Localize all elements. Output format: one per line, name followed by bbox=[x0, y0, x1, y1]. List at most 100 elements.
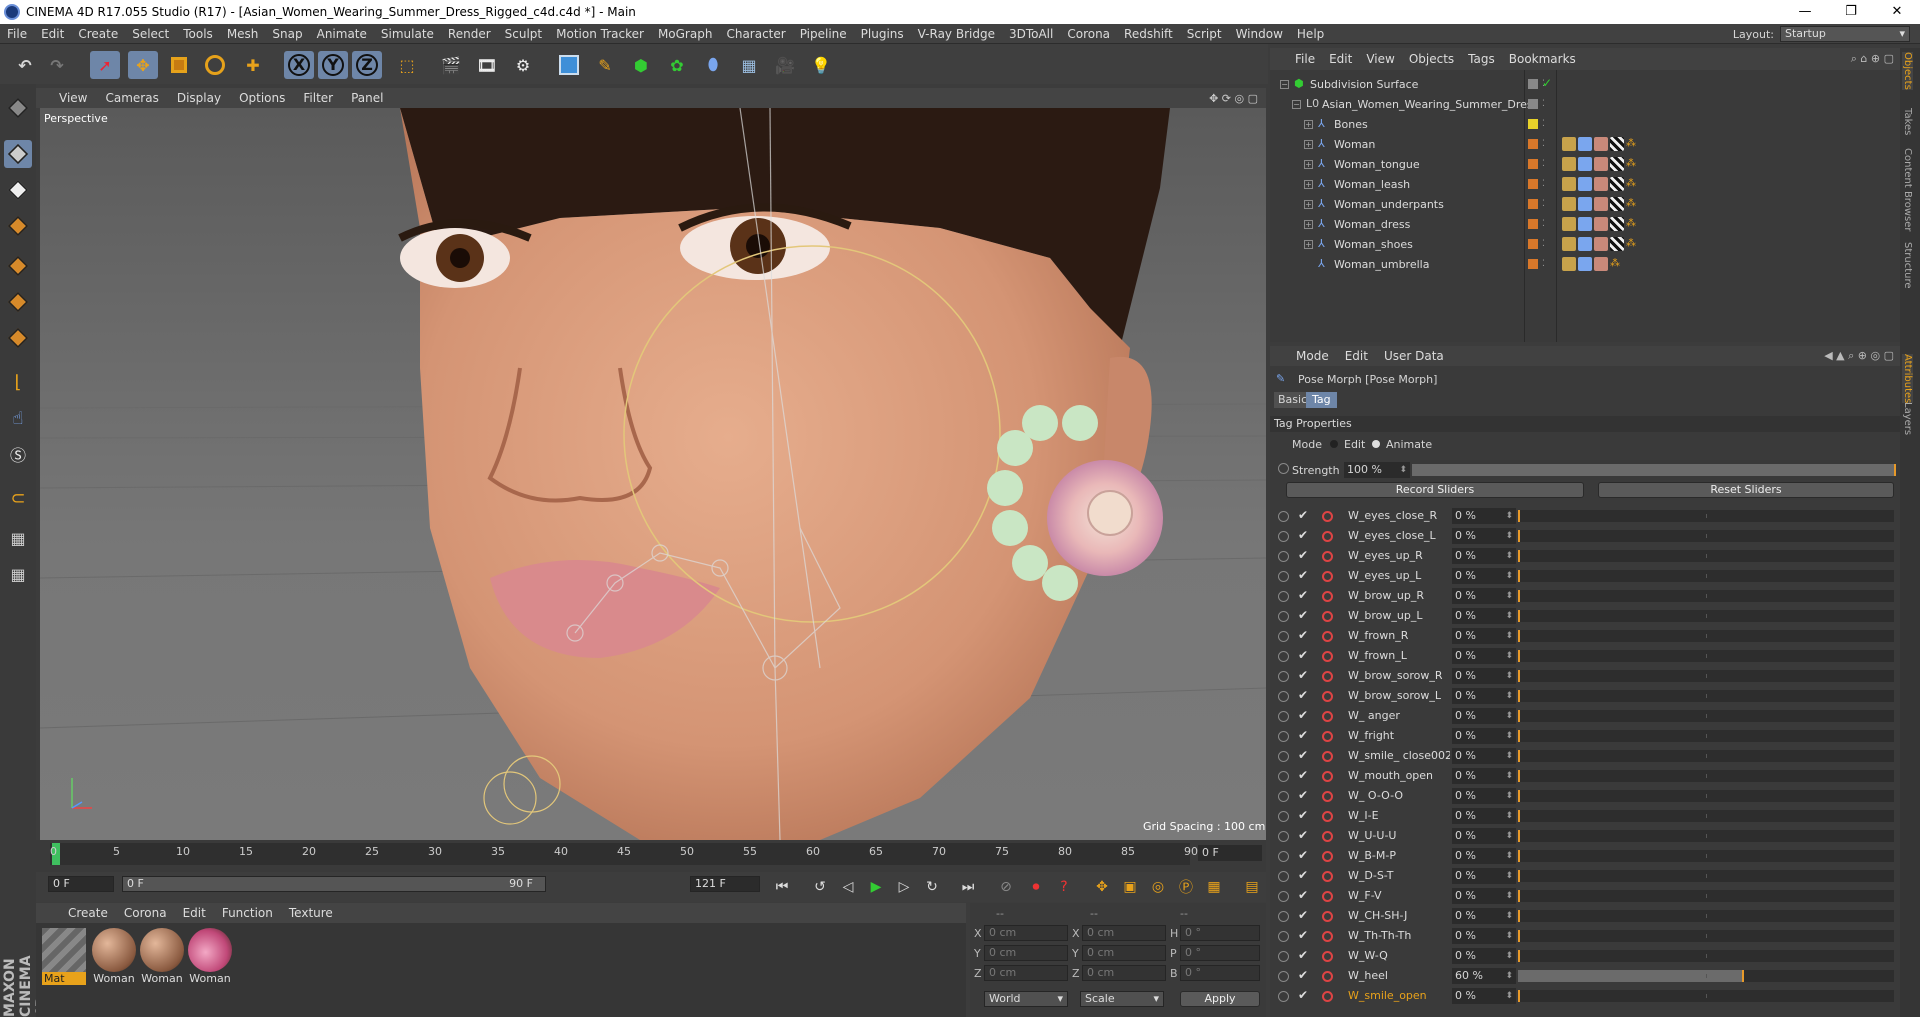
pose-enable-checkbox[interactable]: ✔ bbox=[1298, 608, 1308, 622]
pose-morph-tag-icon[interactable]: ⁂ bbox=[1626, 178, 1636, 189]
pose-value-field[interactable]: 60 % ⬍ bbox=[1452, 968, 1516, 984]
object-tag-icon[interactable] bbox=[1610, 217, 1624, 231]
pose-value-field[interactable]: 0 % ⬍ bbox=[1452, 528, 1516, 544]
menu-simulate[interactable]: Simulate bbox=[374, 27, 441, 41]
record-active-objects-icon[interactable]: ⏺ bbox=[1024, 876, 1048, 898]
pose-value-field[interactable]: 0 % ⬍ bbox=[1452, 948, 1516, 964]
pose-animate-dot[interactable] bbox=[1278, 591, 1289, 602]
menu-window[interactable]: Window bbox=[1229, 27, 1290, 41]
pose-record-icon[interactable] bbox=[1322, 771, 1333, 782]
pose-animate-dot[interactable] bbox=[1278, 931, 1289, 942]
pose-enable-checkbox[interactable]: ✔ bbox=[1298, 868, 1308, 882]
pose-enable-checkbox[interactable]: ✔ bbox=[1298, 528, 1308, 542]
model-mode-icon[interactable] bbox=[4, 140, 32, 168]
pose-record-icon[interactable] bbox=[1322, 731, 1333, 742]
pose-value-field[interactable]: 0 % ⬍ bbox=[1452, 628, 1516, 644]
pose-enable-checkbox[interactable]: ✔ bbox=[1298, 568, 1308, 582]
pose-record-icon[interactable] bbox=[1322, 791, 1333, 802]
pose-value-field[interactable]: 0 % ⬍ bbox=[1452, 588, 1516, 604]
current-frame-field[interactable]: 0 F bbox=[1198, 845, 1262, 861]
object-tag-icon[interactable] bbox=[1562, 157, 1576, 171]
spinner-icon[interactable]: ⬍ bbox=[1505, 688, 1513, 704]
pose-enable-checkbox[interactable]: ✔ bbox=[1298, 688, 1308, 702]
axis-mode-icon[interactable]: ⌊ bbox=[4, 368, 32, 396]
pose-record-icon[interactable] bbox=[1322, 671, 1333, 682]
pose-enable-checkbox[interactable]: ✔ bbox=[1298, 948, 1308, 962]
menu-3dtoall[interactable]: 3DToAll bbox=[1002, 27, 1060, 41]
pose-enable-checkbox[interactable]: ✔ bbox=[1298, 668, 1308, 682]
layer-color-swatch[interactable] bbox=[1528, 159, 1538, 169]
material-menu-function[interactable]: Function bbox=[214, 906, 281, 920]
pose-enable-checkbox[interactable]: ✔ bbox=[1298, 788, 1308, 802]
spinner-icon[interactable]: ⬍ bbox=[1505, 948, 1513, 964]
layer-color-swatch[interactable] bbox=[1528, 79, 1538, 89]
object-row[interactable]: − ⬢ Subdivision Surface ⁚ ✓ bbox=[1270, 74, 1900, 94]
pose-animate-dot[interactable] bbox=[1278, 671, 1289, 682]
expand-icon[interactable]: + bbox=[1304, 119, 1313, 129]
visibility-dots[interactable]: ⁚ bbox=[1542, 219, 1545, 229]
pose-animate-dot[interactable] bbox=[1278, 691, 1289, 702]
menu-help[interactable]: Help bbox=[1290, 27, 1331, 41]
key-parameter-icon[interactable]: Ⓟ bbox=[1174, 876, 1198, 898]
goto-previous-key-icon[interactable]: ↺ bbox=[808, 876, 832, 898]
pose-record-icon[interactable] bbox=[1322, 651, 1333, 662]
object-menu-tags[interactable]: Tags bbox=[1461, 52, 1502, 66]
visibility-dots[interactable]: ⁚ bbox=[1542, 119, 1545, 129]
pose-value-field[interactable]: 0 % ⬍ bbox=[1452, 768, 1516, 784]
pose-record-icon[interactable] bbox=[1322, 891, 1333, 902]
pose-enable-checkbox[interactable]: ✔ bbox=[1298, 908, 1308, 922]
pose-record-icon[interactable] bbox=[1322, 551, 1333, 562]
menu-character[interactable]: Character bbox=[719, 27, 792, 41]
pose-animate-dot[interactable] bbox=[1278, 571, 1289, 582]
pose-value-field[interactable]: 0 % ⬍ bbox=[1452, 728, 1516, 744]
viewport-menu-filter[interactable]: Filter bbox=[294, 91, 342, 105]
rotation-b-field[interactable]: 0 ° bbox=[1180, 965, 1260, 981]
pose-animate-dot[interactable] bbox=[1278, 651, 1289, 662]
pose-value-field[interactable]: 0 % ⬍ bbox=[1452, 508, 1516, 524]
pose-value-field[interactable]: 0 % ⬍ bbox=[1452, 888, 1516, 904]
spinner-icon[interactable]: ⬍ bbox=[1505, 988, 1513, 1004]
layer-color-swatch[interactable] bbox=[1528, 99, 1538, 109]
make-editable-icon[interactable] bbox=[4, 94, 32, 122]
goto-end-icon[interactable]: ⏭ bbox=[956, 876, 980, 898]
tab-objects[interactable]: Objects bbox=[1902, 52, 1913, 90]
pose-morph-tag-icon[interactable]: ⁂ bbox=[1626, 238, 1636, 249]
object-tag-icon[interactable] bbox=[1610, 177, 1624, 191]
menu-animate[interactable]: Animate bbox=[310, 27, 374, 41]
material-menu-corona[interactable]: Corona bbox=[116, 906, 175, 920]
cloner-icon[interactable]: ✿ bbox=[662, 51, 692, 79]
pose-value-field[interactable]: 0 % ⬍ bbox=[1452, 928, 1516, 944]
object-menu-view[interactable]: View bbox=[1359, 52, 1401, 66]
mode-animate-radio[interactable] bbox=[1372, 440, 1380, 448]
pose-animate-dot[interactable] bbox=[1278, 751, 1289, 762]
pose-enable-checkbox[interactable]: ✔ bbox=[1298, 768, 1308, 782]
pose-slider[interactable] bbox=[1518, 870, 1894, 882]
pose-record-icon[interactable] bbox=[1322, 991, 1333, 1002]
expand-icon[interactable]: + bbox=[1304, 139, 1313, 149]
expand-icon[interactable]: + bbox=[1304, 179, 1313, 189]
pose-slider[interactable] bbox=[1518, 650, 1894, 662]
object-row[interactable]: + ⅄ Woman_dress ⁚ ⁂ bbox=[1270, 214, 1900, 234]
spinner-icon[interactable]: ⬍ bbox=[1505, 908, 1513, 924]
redo-button[interactable]: ↷ bbox=[42, 51, 72, 79]
workplane-mode-icon[interactable] bbox=[4, 212, 32, 240]
pose-record-icon[interactable] bbox=[1322, 971, 1333, 982]
expand-icon[interactable]: + bbox=[1304, 239, 1313, 249]
object-row[interactable]: ⅄ Woman_umbrella ⁚ ⁂ bbox=[1270, 254, 1900, 274]
pose-morph-tag-icon[interactable]: ⁂ bbox=[1626, 158, 1636, 169]
pose-slider[interactable] bbox=[1518, 770, 1894, 782]
object-tag-icon[interactable] bbox=[1594, 217, 1608, 231]
object-tag-icon[interactable] bbox=[1562, 257, 1576, 271]
layer-color-swatch[interactable] bbox=[1528, 179, 1538, 189]
pose-value-field[interactable]: 0 % ⬍ bbox=[1452, 788, 1516, 804]
pose-morph-tag-icon[interactable]: ⁂ bbox=[1626, 138, 1636, 149]
apply-button[interactable]: Apply bbox=[1180, 991, 1260, 1007]
menu-snap[interactable]: Snap bbox=[265, 27, 309, 41]
material-thumb[interactable]: Woman bbox=[188, 928, 232, 986]
layer-color-swatch[interactable] bbox=[1528, 239, 1538, 249]
pose-morph-tag-icon[interactable]: ⁂ bbox=[1626, 198, 1636, 209]
pose-record-icon[interactable] bbox=[1322, 931, 1333, 942]
object-tag-icon[interactable] bbox=[1594, 137, 1608, 151]
expand-icon[interactable]: + bbox=[1304, 159, 1313, 169]
pose-slider[interactable] bbox=[1518, 550, 1894, 562]
